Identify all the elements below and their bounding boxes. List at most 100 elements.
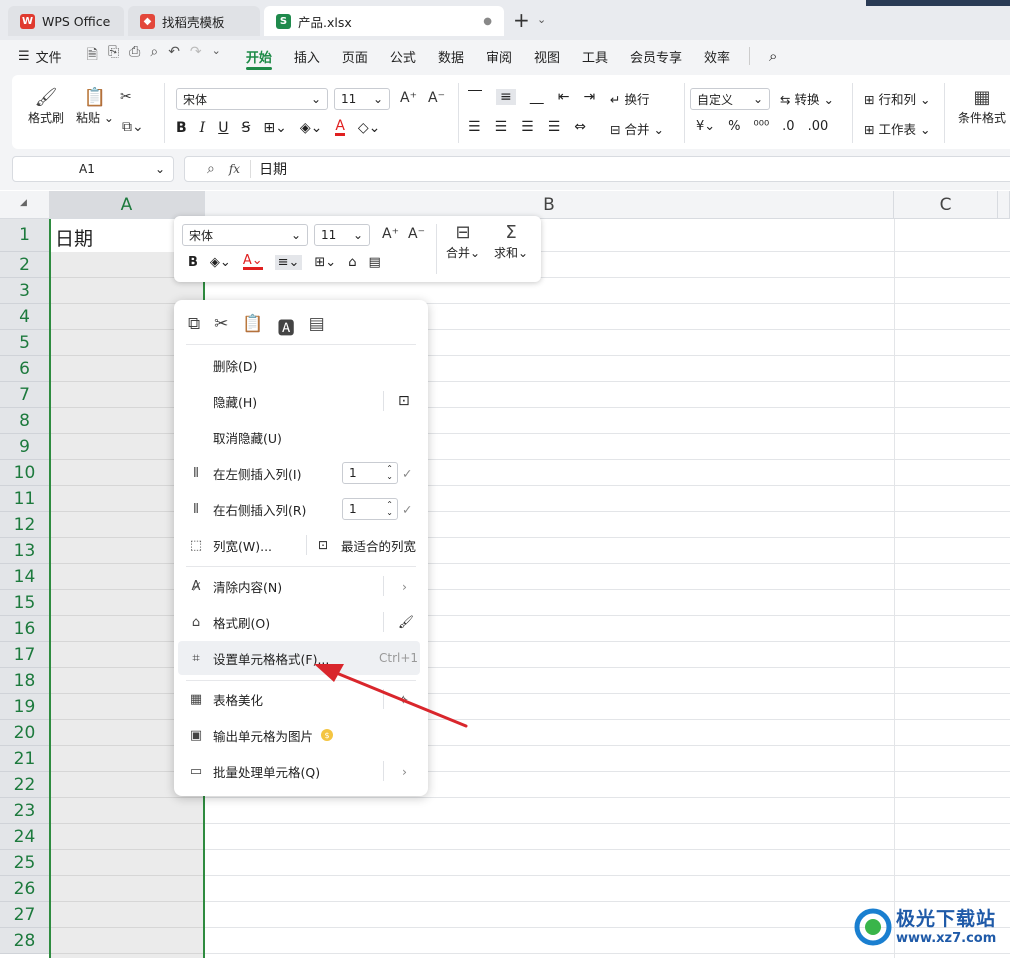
row-header[interactable]: 17 — [0, 642, 49, 668]
name-box[interactable]: A1 ⌄ — [12, 156, 174, 182]
brush-icon[interactable]: 🖌 — [398, 614, 414, 630]
row-header[interactable]: 5 — [0, 330, 49, 356]
menu-hide[interactable]: 隐藏(H) ⊡ — [174, 383, 428, 419]
align-middle-icon[interactable]: ≡ — [496, 89, 516, 105]
number-format-combo[interactable]: 自定义 ⌄ — [690, 88, 770, 110]
row-header[interactable]: 7 — [0, 382, 49, 408]
row-header[interactable]: 20 — [0, 720, 49, 746]
row-header[interactable]: 16 — [0, 616, 49, 642]
row-header[interactable]: 3 — [0, 278, 49, 304]
menu-file[interactable]: ☰ 文件 — [0, 40, 73, 72]
bold-icon[interactable]: B — [176, 120, 187, 136]
redo-icon[interactable]: ↷ — [190, 44, 202, 68]
share-icon[interactable]: ⎘ — [108, 44, 119, 68]
save-icon[interactable]: 🗎 — [87, 44, 98, 68]
menu-insert[interactable]: 插入 — [283, 40, 331, 72]
menu-unhide[interactable]: 取消隐藏(U) — [174, 419, 428, 455]
align-left-icon[interactable]: ☰ — [468, 119, 481, 135]
percent-icon[interactable]: % — [728, 119, 740, 134]
font-name-combo[interactable]: 宋体 ⌄ — [176, 88, 328, 110]
row-header[interactable]: 6 — [0, 356, 49, 382]
more-chevron-icon[interactable]: ⌄ — [212, 44, 221, 68]
thousands-icon[interactable]: ⁰⁰⁰ — [754, 119, 770, 134]
menu-data[interactable]: 数据 — [427, 40, 475, 72]
format-painter-button[interactable]: 🖌 格式刷 — [28, 87, 64, 126]
distributed-icon[interactable]: ⇔ — [574, 119, 586, 135]
mini-border-icon[interactable]: ⊞⌄ — [314, 255, 336, 270]
row-header[interactable]: 19 — [0, 694, 49, 720]
new-tab-button[interactable]: + — [513, 8, 530, 32]
fx-icon[interactable]: fx — [229, 162, 240, 176]
row-header[interactable]: 18 — [0, 668, 49, 694]
decrease-decimal-icon[interactable]: .00 — [808, 119, 829, 134]
align-right-icon[interactable]: ☰ — [521, 119, 534, 135]
worksheet-button[interactable]: ⊞ 工作表 ⌄ — [864, 119, 930, 138]
menu-start[interactable]: 开始 — [235, 40, 283, 72]
select-all-corner[interactable]: ◢ — [0, 191, 49, 219]
row-header[interactable]: 23 — [0, 798, 49, 824]
conditional-format-button[interactable]: ▦ 条件格式 — [958, 87, 1006, 126]
check-icon[interactable]: ✓ — [402, 502, 412, 517]
stepper-icon[interactable]: ⌃ ⌄ — [386, 501, 393, 517]
mini-format-painter-icon[interactable]: ⌂ — [348, 255, 356, 270]
menu-clear-contents[interactable]: A̷ 清除内容(N) › — [174, 568, 428, 604]
menu-format-painter[interactable]: ⌂ 格式刷(O) 🖌 — [174, 604, 428, 640]
chevron-right-icon[interactable]: › — [402, 764, 407, 779]
justify-icon[interactable]: ☰ — [548, 119, 561, 135]
paste-icon[interactable]: 📋 — [242, 314, 263, 339]
zoom-icon[interactable]: ⌕ — [207, 161, 215, 177]
menu-view[interactable]: 视图 — [523, 40, 571, 72]
chevron-right-icon[interactable]: › — [402, 579, 407, 594]
mini-font-size-combo[interactable]: 11 ⌄ — [314, 224, 370, 246]
cut-icon[interactable]: ✂ — [214, 314, 228, 339]
menu-efficiency[interactable]: 效率 — [693, 40, 741, 72]
strikethrough-icon[interactable]: Ꞩ — [241, 120, 250, 136]
row-header[interactable]: 15 — [0, 590, 49, 616]
tab-product-xlsx[interactable]: S 产品.xlsx ● — [264, 6, 504, 36]
row-header[interactable]: 4 — [0, 304, 49, 330]
currency-icon[interactable]: ¥⌄ — [696, 119, 715, 134]
mini-sum-button[interactable]: Σ 求和⌄ — [494, 222, 528, 261]
undo-icon[interactable]: ↶ — [168, 44, 180, 68]
row-header[interactable]: 25 — [0, 850, 49, 876]
mini-decrease-font-icon[interactable]: A⁻ — [408, 226, 425, 242]
indent-decrease-icon[interactable]: ⇤ — [558, 89, 570, 105]
menu-best-fit[interactable]: 最适合的列宽 — [341, 536, 416, 555]
menu-formula[interactable]: 公式 — [379, 40, 427, 72]
menu-tools[interactable]: 工具 — [571, 40, 619, 72]
row-header[interactable]: 21 — [0, 746, 49, 772]
insert-left-count[interactable]: 1 ⌃ ⌄ — [342, 462, 398, 484]
row-header[interactable]: 10 — [0, 460, 49, 486]
row-header[interactable]: 14 — [0, 564, 49, 590]
copy-icon[interactable]: ⧉ — [188, 314, 200, 339]
row-header[interactable]: 27 — [0, 902, 49, 928]
font-size-combo[interactable]: 11 ⌄ — [334, 88, 390, 110]
mini-increase-font-icon[interactable]: A⁺ — [382, 226, 399, 242]
rows-cols-button[interactable]: ⊞ 行和列 ⌄ — [864, 89, 930, 108]
mini-wrap-icon[interactable]: ▤ — [368, 255, 380, 270]
eraser-icon[interactable]: ◇⌄ — [358, 120, 381, 136]
increase-decimal-icon[interactable]: .0 — [782, 119, 794, 134]
print-icon[interactable]: ⎙ — [129, 44, 140, 68]
mini-font-name-combo[interactable]: 宋体 ⌄ — [182, 224, 308, 246]
stepper-icon[interactable]: ⌃ ⌄ — [386, 465, 393, 481]
menu-review[interactable]: 审阅 — [475, 40, 523, 72]
row-header[interactable]: 8 — [0, 408, 49, 434]
wrap-button[interactable]: ↵ 换行 — [610, 89, 649, 108]
merge-button[interactable]: ⊟ 合并 ⌄ — [610, 119, 664, 138]
tab-list-chevron-icon[interactable]: ⌄ — [537, 13, 546, 26]
search-icon[interactable]: ⌕ — [758, 40, 788, 72]
menu-column-width[interactable]: ⬚ 列宽(W)... ⊡ 最适合的列宽 — [174, 527, 428, 563]
border-icon[interactable]: ⊞⌄ — [263, 120, 286, 136]
column-header-b[interactable]: B — [205, 191, 894, 219]
row-header[interactable]: 24 — [0, 824, 49, 850]
increase-font-icon[interactable]: A⁺ — [400, 90, 417, 106]
underline-icon[interactable]: U — [218, 120, 228, 136]
mini-merge-button[interactable]: ⊟ 合并⌄ — [446, 222, 480, 261]
decrease-font-icon[interactable]: A⁻ — [428, 90, 445, 106]
tab-wps-office[interactable]: W WPS Office — [8, 6, 124, 36]
menu-insert-left[interactable]: ⫴ 在左侧插入列(I) 1 ⌃ ⌄ ✓ — [174, 455, 428, 491]
check-icon[interactable]: ✓ — [402, 466, 412, 481]
insert-right-count[interactable]: 1 ⌃ ⌄ — [342, 498, 398, 520]
mini-bold-icon[interactable]: B — [188, 255, 198, 270]
